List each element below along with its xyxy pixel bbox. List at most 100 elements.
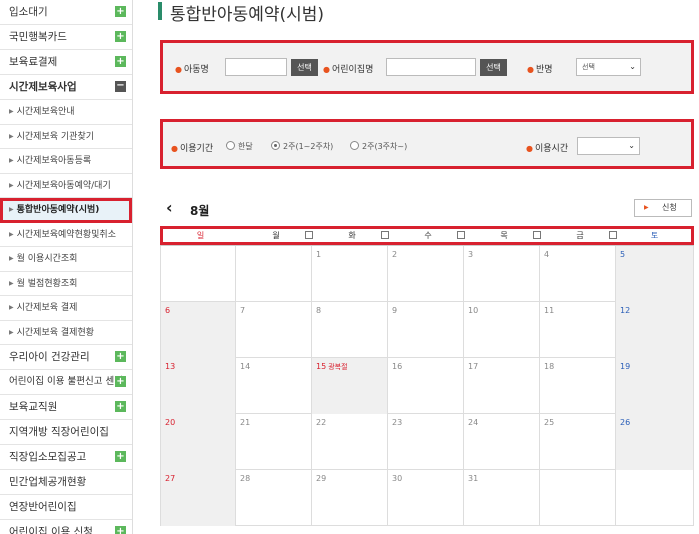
day-number: 4 (544, 250, 550, 259)
weekday-checkbox[interactable] (381, 231, 389, 239)
sidebar-subitem[interactable]: ▶ 시간제보육 기관찾기 (0, 125, 132, 149)
calendar-day-cell[interactable]: 8 (312, 302, 388, 358)
arrow-right-icon: ▶ (9, 304, 14, 311)
calendar-day-cell[interactable]: 29 (312, 470, 388, 526)
minus-icon[interactable]: − (115, 81, 126, 92)
calendar-day-cell[interactable]: 4 (540, 246, 616, 302)
calendar-day-cell[interactable] (160, 246, 236, 302)
plus-icon[interactable]: + (115, 451, 126, 462)
calendar-day-cell[interactable]: 10 (464, 302, 540, 358)
sidebar-item-label: 직장입소모집공고 (9, 451, 87, 463)
sidebar-item-complaint-center[interactable]: 어린이집 이용 불편신고 센터 + (0, 370, 132, 395)
day-number: 23 (392, 418, 403, 427)
child-name-label-text: 아동명 (183, 65, 209, 75)
sidebar-subitem[interactable]: ▶ 시간제보육아동등록 (0, 149, 132, 174)
calendar-day-cell[interactable]: 14 (236, 358, 312, 414)
prev-month-button[interactable]: ‹ (166, 198, 173, 217)
calendar-day-cell[interactable]: 2 (388, 246, 464, 302)
period-option-2w-second[interactable]: 2주(3주차~) (350, 141, 407, 152)
plus-icon[interactable]: + (115, 351, 126, 362)
day-number: 19 (620, 362, 631, 371)
calendar-day-cell[interactable]: 30 (388, 470, 464, 526)
calendar-day-cell[interactable]: 11 (540, 302, 616, 358)
child-select-button[interactable]: 선택 (291, 59, 318, 76)
arrow-right-icon: ▶ (9, 132, 14, 140)
sidebar-subitem[interactable]: ▶ 월 벌점현황조회 (0, 272, 132, 296)
calendar-day-cell[interactable]: 13 (160, 358, 236, 414)
sidebar-item-waitlist[interactable]: 입소대기 + (0, 0, 132, 25)
sidebar-subitem[interactable]: ▶ 월 이용시간조회 (0, 247, 132, 272)
calendar-day-cell[interactable]: 17 (464, 358, 540, 414)
sidebar-item-workplace-recruit[interactable]: 직장입소모집공고 + (0, 445, 132, 470)
weekday-label: 일 (196, 231, 205, 240)
weekday-checkbox[interactable] (457, 231, 465, 239)
sidebar-subitem[interactable]: ▶ 시간제보육예약현황및취소 (0, 223, 132, 247)
calendar-day-cell[interactable]: 24 (464, 414, 540, 470)
plus-icon[interactable]: + (115, 526, 126, 534)
calendar-day-cell[interactable]: 6 (160, 302, 236, 358)
sidebar-item-apply-daycare[interactable]: 어린이집 이용 신청 + (0, 520, 132, 534)
calendar-day-cell[interactable]: 22 (312, 414, 388, 470)
plus-icon[interactable]: + (115, 31, 126, 42)
apply-button[interactable]: ▶ 신청 (634, 199, 692, 217)
page-root: 입소대기 + 국민행복카드 + 보육료결제 + 시간제보육사업 − ▶ 시간제보육… (0, 0, 699, 534)
calendar-day-cell[interactable] (236, 246, 312, 302)
calendar-day-cell[interactable]: 1 (312, 246, 388, 302)
calendar-day-cell[interactable] (616, 470, 694, 526)
center-name-input[interactable] (386, 58, 476, 76)
weekday-checkbox[interactable] (305, 231, 313, 239)
sidebar-item-staff[interactable]: 보육교직원 + (0, 395, 132, 420)
sidebar-item-fee-payment[interactable]: 보육료결제 + (0, 50, 132, 75)
arrow-right-icon: ▶ (9, 181, 14, 189)
weekday-checkbox[interactable] (609, 231, 617, 239)
calendar-day-cell[interactable]: 19 (616, 358, 694, 414)
sidebar-subitem-active[interactable]: ▶ 통합반아동예약(시범) (0, 198, 132, 223)
time-select[interactable]: ⌄ (577, 137, 640, 155)
calendar-day-cell[interactable]: 26 (616, 414, 694, 470)
weekday-label: 수 (424, 231, 432, 240)
sidebar-subitem-label: 통합반아동예약(시범) (16, 205, 100, 215)
calendar-day-cell[interactable]: 21 (236, 414, 312, 470)
calendar-day-cell[interactable]: 16 (388, 358, 464, 414)
calendar-day-cell[interactable]: 3 (464, 246, 540, 302)
sidebar-item-hourly-care[interactable]: 시간제보육사업 − (0, 75, 132, 100)
radio-icon[interactable] (226, 141, 235, 150)
sidebar-item-private-disclosure[interactable]: 민간업체공개현황 (0, 470, 132, 495)
calendar-day-cell[interactable]: 25 (540, 414, 616, 470)
day-number: 29 (316, 474, 327, 483)
plus-icon[interactable]: + (115, 376, 126, 387)
weekday-checkbox[interactable] (533, 231, 541, 239)
calendar-day-cell[interactable]: 28 (236, 470, 312, 526)
calendar-day-cell[interactable]: 20 (160, 414, 236, 470)
sidebar-subitem[interactable]: ▶ 시간제보육 결제현황 (0, 321, 132, 345)
sidebar-item-child-health[interactable]: 우리아이 건강관리 + (0, 345, 132, 370)
calendar-day-cell[interactable]: 23 (388, 414, 464, 470)
period-option-month[interactable]: 한달 (226, 141, 253, 152)
child-name-input[interactable] (225, 58, 287, 76)
calendar-day-cell[interactable] (540, 470, 616, 526)
sidebar-item-workplace-open[interactable]: 지역개방 직장어린이집 (0, 420, 132, 445)
calendar-day-cell[interactable]: 31 (464, 470, 540, 526)
class-select[interactable]: 선택 ⌄ (576, 58, 641, 76)
sidebar-subitem[interactable]: ▶ 시간제보육아동예약/대기 (0, 174, 132, 198)
arrow-right-icon: ▶ (9, 328, 14, 336)
calendar-day-cell[interactable]: 12 (616, 302, 694, 358)
plus-icon[interactable]: + (115, 56, 126, 67)
period-option-2w-first[interactable]: 2주(1~2주차) (271, 141, 333, 152)
sidebar-subitem[interactable]: ▶ 시간제보육안내 (0, 100, 132, 125)
radio-icon[interactable] (350, 141, 359, 150)
center-select-button[interactable]: 선택 (480, 59, 507, 76)
sidebar-item-happy-card[interactable]: 국민행복카드 + (0, 25, 132, 50)
calendar-week: 20 21 22 23 24 25 26 (160, 414, 694, 470)
sidebar-item-extended-class[interactable]: 연장반어린이집 (0, 495, 132, 520)
sidebar-subitem[interactable]: ▶ 시간제보육 결제 (0, 296, 132, 321)
plus-icon[interactable]: + (115, 6, 126, 17)
calendar-day-cell[interactable]: 27 (160, 470, 236, 526)
calendar-day-cell[interactable]: 5 (616, 246, 694, 302)
calendar-day-cell-holiday[interactable]: 15 광복절 (312, 358, 388, 414)
plus-icon[interactable]: + (115, 401, 126, 412)
calendar-day-cell[interactable]: 7 (236, 302, 312, 358)
radio-checked-icon[interactable] (271, 141, 280, 150)
calendar-day-cell[interactable]: 9 (388, 302, 464, 358)
calendar-day-cell[interactable]: 18 (540, 358, 616, 414)
